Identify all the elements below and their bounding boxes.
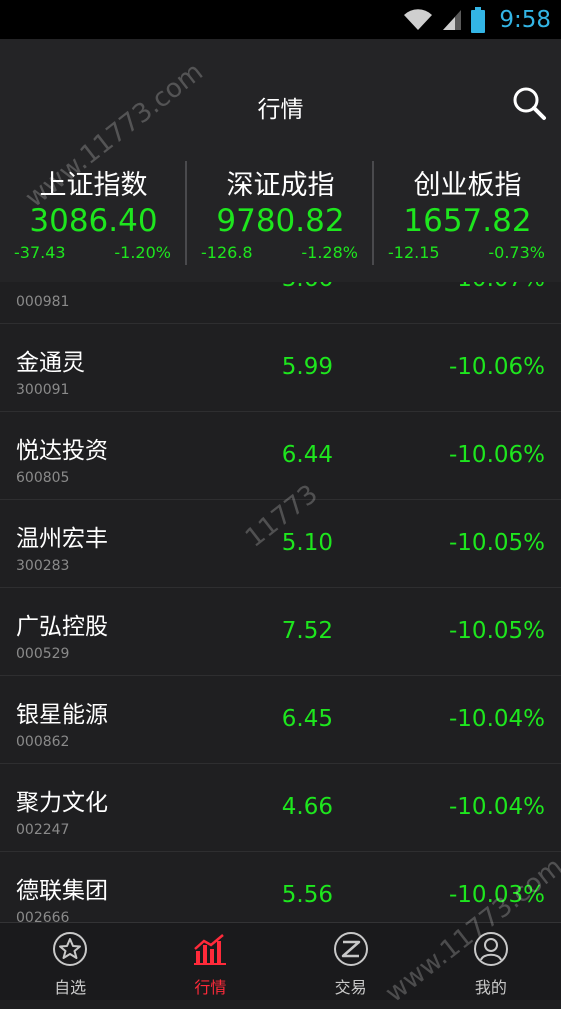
stock-code: 000529 (16, 646, 70, 662)
stock-price: 3.66 (282, 282, 333, 292)
market-chart-icon (194, 934, 227, 965)
stock-name: 德联集团 (16, 878, 108, 904)
stock-name: 广弘控股 (16, 614, 108, 640)
stock-name: 悦达投资 (16, 438, 108, 464)
table-row[interactable]: 广弘控股 000529 7.52 -10.05% (0, 588, 561, 676)
title-bar: 行情 (0, 39, 561, 139)
stock-price: 5.10 (281, 530, 333, 556)
stock-name: 聚力文化 (16, 790, 108, 816)
stock-list[interactable]: 000981 3.66 -10.07% 金通灵 300091 5.99 -10.… (0, 282, 561, 922)
stock-price: 6.45 (281, 706, 333, 732)
stock-change-pct: -10.06% (449, 442, 545, 468)
index-pct: -0.73% (488, 243, 545, 262)
stock-change-pct: -10.05% (449, 618, 545, 644)
index-card-chinext[interactable]: 创业板指 1657.82 -12.15 -0.73% (374, 139, 561, 282)
table-row[interactable]: 聚力文化 002247 4.66 -10.04% (0, 764, 561, 852)
table-row[interactable]: 悦达投资 600805 6.44 -10.06% (0, 412, 561, 500)
tab-label: 自选 (54, 978, 87, 997)
table-row[interactable]: 银星能源 000862 6.45 -10.04% (0, 676, 561, 764)
stock-name: 温州宏丰 (16, 526, 108, 552)
search-button[interactable] (511, 85, 547, 121)
index-value: 1657.82 (403, 203, 532, 239)
index-card-shenzhen[interactable]: 深证成指 9780.82 -126.8 -1.28% (187, 139, 374, 282)
status-time: 9:58 (499, 6, 551, 33)
index-change: -126.8 (201, 243, 253, 262)
index-name: 深证成指 (226, 170, 335, 201)
status-bar: 9:58 (0, 0, 561, 39)
index-pct: -1.20% (114, 243, 171, 262)
stock-code: 002666 (16, 910, 70, 922)
star-icon (53, 932, 88, 966)
stock-price: 6.44 (281, 442, 333, 468)
stock-change-pct: -10.04% (449, 794, 545, 820)
tab-label: 我的 (474, 978, 507, 997)
battery-icon (471, 6, 486, 33)
stock-code: 300091 (16, 382, 70, 398)
stock-change-pct: -10.07% (449, 282, 545, 292)
stock-price: 5.99 (281, 354, 333, 380)
index-change: -37.43 (14, 243, 66, 262)
index-value: 3086.40 (29, 203, 158, 239)
stock-code: 002247 (16, 822, 70, 838)
stock-change-pct: -10.05% (449, 530, 545, 556)
table-row[interactable]: 金通灵 300091 5.99 -10.06% (0, 324, 561, 412)
status-icons: 9:58 (403, 0, 551, 39)
stock-change-pct: -10.06% (449, 354, 545, 380)
index-pct: -1.28% (301, 243, 358, 262)
index-name: 创业板指 (413, 170, 522, 201)
signal-icon (443, 9, 462, 30)
stock-code: 300283 (16, 558, 70, 574)
stock-code: 600805 (16, 470, 70, 486)
stock-price: 5.56 (281, 882, 333, 908)
stock-price: 4.66 (281, 794, 333, 820)
page-title: 行情 (257, 97, 304, 123)
tab-watchlist[interactable]: 自选 (0, 923, 140, 1000)
stock-name: 金通灵 (16, 350, 85, 376)
index-value: 9780.82 (216, 203, 345, 239)
table-row[interactable]: 000981 3.66 -10.07% (0, 282, 561, 324)
stock-name: 银星能源 (16, 702, 108, 728)
tab-market[interactable]: 行情 (140, 923, 280, 1000)
index-change: -12.15 (388, 243, 440, 262)
stock-code: 000981 (16, 294, 70, 310)
trade-icon (333, 932, 368, 966)
search-icon (513, 87, 546, 120)
stock-change-pct: -10.04% (449, 706, 545, 732)
stock-price: 7.52 (281, 618, 333, 644)
wifi-icon (404, 8, 433, 30)
stock-code: 000862 (16, 734, 70, 750)
tab-label: 行情 (194, 978, 227, 997)
stock-list-track: 000981 3.66 -10.07% 金通灵 300091 5.99 -10.… (0, 282, 561, 922)
